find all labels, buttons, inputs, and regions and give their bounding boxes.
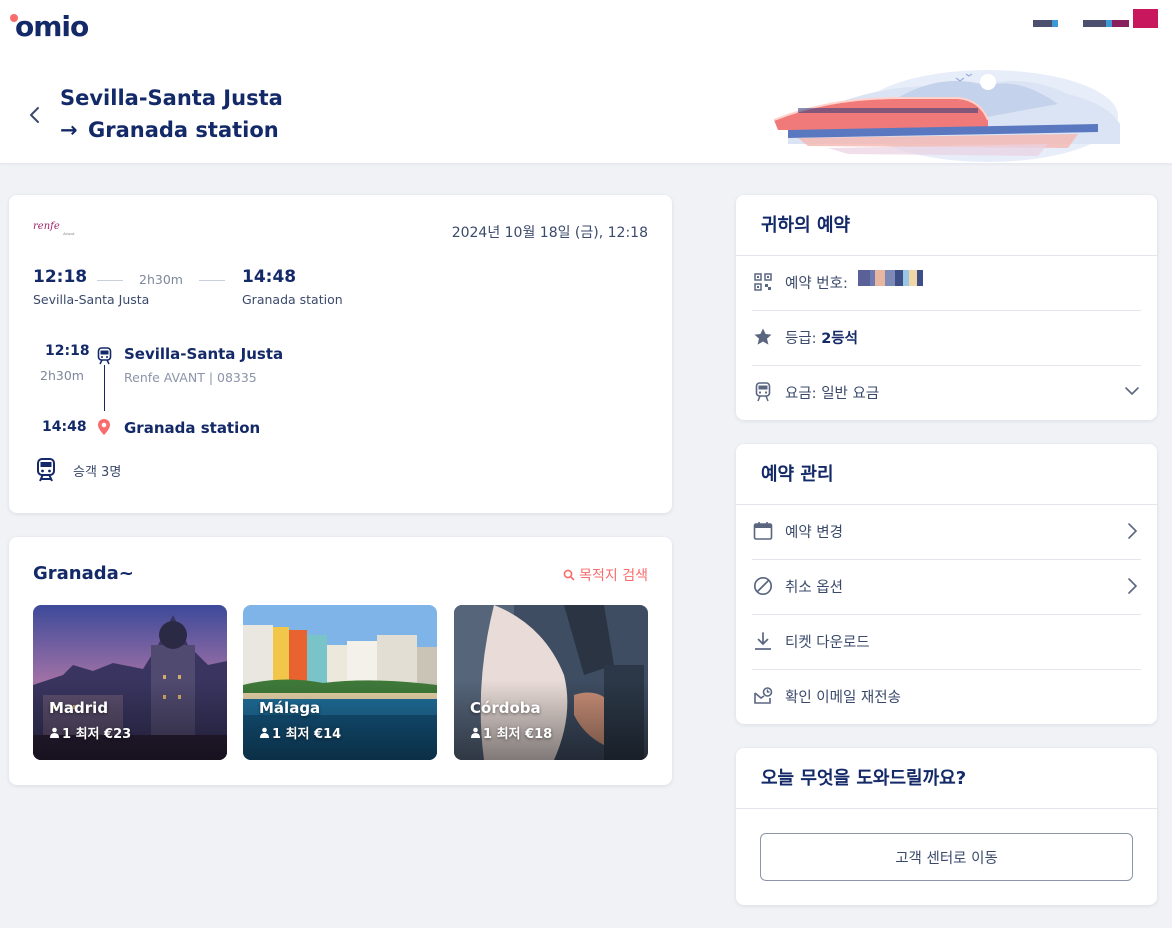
reservation-title: 귀하의 예약	[761, 215, 851, 236]
departure-time: 12:18	[33, 267, 88, 287]
destination-name: Málaga	[259, 699, 321, 717]
resend-email-label: 확인 이메일 재전송	[785, 689, 901, 706]
title-destination: Granada station	[88, 118, 279, 142]
cancel-options-label: 취소 옵션	[785, 579, 843, 596]
arrival-station: Granada station	[242, 292, 343, 307]
departure-station: Sevilla-Santa Justa	[33, 292, 150, 307]
logo-text: omio	[15, 10, 89, 43]
title-origin: Sevilla-Santa Justa	[60, 86, 283, 110]
destinations-title: Granada~	[33, 563, 134, 584]
segment-arrival-time: 14:48	[42, 419, 87, 435]
qr-code-icon	[752, 271, 774, 293]
account-icon[interactable]	[1133, 9, 1158, 28]
arrival-time: 14:48	[242, 267, 297, 287]
divider	[736, 808, 1157, 809]
segment-line	[104, 365, 105, 411]
destination-search-label: 목적지 검색	[579, 568, 648, 584]
destination-name: Córdoba	[470, 699, 541, 717]
person-icon	[260, 727, 269, 738]
cancel-options-row[interactable]: 취소 옵션	[752, 559, 1141, 613]
logo-dot	[10, 14, 18, 22]
class-text: 등급: 2등석	[785, 330, 858, 347]
tile-shade	[33, 680, 227, 760]
calendar-icon	[752, 520, 774, 542]
chevron-right-icon	[1128, 578, 1138, 594]
trip-date: 2024년 10월 18일 (금), 12:18	[451, 225, 648, 241]
fare-row[interactable]: 요금: 일반 요금	[752, 365, 1141, 419]
help-title: 오늘 무엇을 도와드릴까요?	[761, 768, 967, 789]
destination-name: Madrid	[49, 699, 109, 717]
booking-number-redacted	[857, 270, 923, 286]
help-card: 오늘 무엇을 도와드릴까요? 고객 센터로 이동	[736, 748, 1157, 905]
star-icon	[752, 326, 774, 348]
passenger-count: 승객 3명	[73, 465, 122, 480]
person-icon	[50, 727, 59, 738]
download-ticket-row[interactable]: 티켓 다운로드	[752, 614, 1141, 668]
destination-search-link[interactable]: 목적지 검색	[563, 565, 648, 585]
class-row: 등급: 2등석	[752, 310, 1141, 364]
destinations-card: Granada~ 목적지 검색 Madrid 1 최저 €23 Málaga 1…	[9, 537, 672, 785]
destination-price: 1 최저 €23	[49, 723, 131, 742]
tile-shade	[454, 680, 648, 760]
segment-duration: 2h30m	[40, 368, 84, 383]
language-flag-icon[interactable]	[1033, 20, 1058, 27]
download-icon	[752, 630, 774, 652]
fare-text: 요금: 일반 요금	[785, 385, 880, 402]
change-booking-row[interactable]: 예약 변경	[752, 504, 1141, 558]
manage-booking-card: 예약 관리 예약 변경 취소 옵션 티켓 다운로드 확인 이메일 재전송	[736, 444, 1157, 724]
train-icon	[97, 347, 112, 365]
header-bar: omio Sevilla-Santa Justa → Granada statio…	[0, 0, 1172, 163]
customer-center-button[interactable]: 고객 센터로 이동	[760, 833, 1133, 881]
trip-duration: 2h30m	[139, 272, 183, 287]
email-resend-icon	[752, 685, 774, 707]
train-icon	[752, 381, 774, 403]
segment-destination: Granada station	[124, 419, 261, 437]
duration-line-right	[199, 280, 225, 281]
destination-price: 1 최저 €18	[470, 723, 552, 742]
segment-departure-time: 12:18	[45, 343, 90, 359]
omio-logo[interactable]: omio	[10, 10, 89, 44]
resend-email-row[interactable]: 확인 이메일 재전송	[752, 669, 1141, 723]
destination-tile-cordoba[interactable]: Córdoba 1 최저 €18	[454, 605, 648, 760]
destination-tile-madrid[interactable]: Madrid 1 최저 €23	[33, 605, 227, 760]
person-icon	[471, 727, 480, 738]
trip-summary-card: renfe Avant 2024년 10월 18일 (금), 12:18 12:1…	[9, 195, 672, 513]
change-booking-label: 예약 변경	[785, 524, 843, 541]
chevron-down-icon[interactable]	[1123, 382, 1141, 400]
operator-logo: renfe Avant	[33, 221, 75, 236]
reservation-card: 귀하의 예약 예약 번호: 등급: 2등석 요금: 일반 요금	[736, 195, 1157, 420]
arrow-right-icon: →	[60, 118, 78, 142]
booking-number-row: 예약 번호:	[752, 255, 1141, 309]
download-ticket-label: 티켓 다운로드	[785, 634, 870, 651]
booking-number-label: 예약 번호:	[785, 275, 848, 292]
duration-line-left	[97, 280, 123, 281]
chevron-right-icon	[1128, 523, 1138, 539]
manage-title: 예약 관리	[761, 464, 834, 485]
destination-tile-malaga[interactable]: Málaga 1 최저 €14	[243, 605, 437, 760]
location-pin-icon	[98, 419, 110, 435]
chevron-left-icon[interactable]	[26, 104, 44, 126]
currency-flag-icon[interactable]	[1083, 20, 1129, 27]
page-title: Sevilla-Santa Justa → Granada station	[60, 82, 283, 146]
segment-train-info: Renfe AVANT | 08335	[124, 370, 257, 385]
destination-price: 1 최저 €14	[259, 723, 341, 742]
tile-shade	[243, 680, 437, 760]
cancel-icon	[752, 575, 774, 597]
train-icon	[37, 458, 55, 482]
search-icon	[563, 569, 575, 581]
train-illustration-icon	[773, 70, 1120, 162]
segment-origin: Sevilla-Santa Justa	[124, 345, 284, 363]
